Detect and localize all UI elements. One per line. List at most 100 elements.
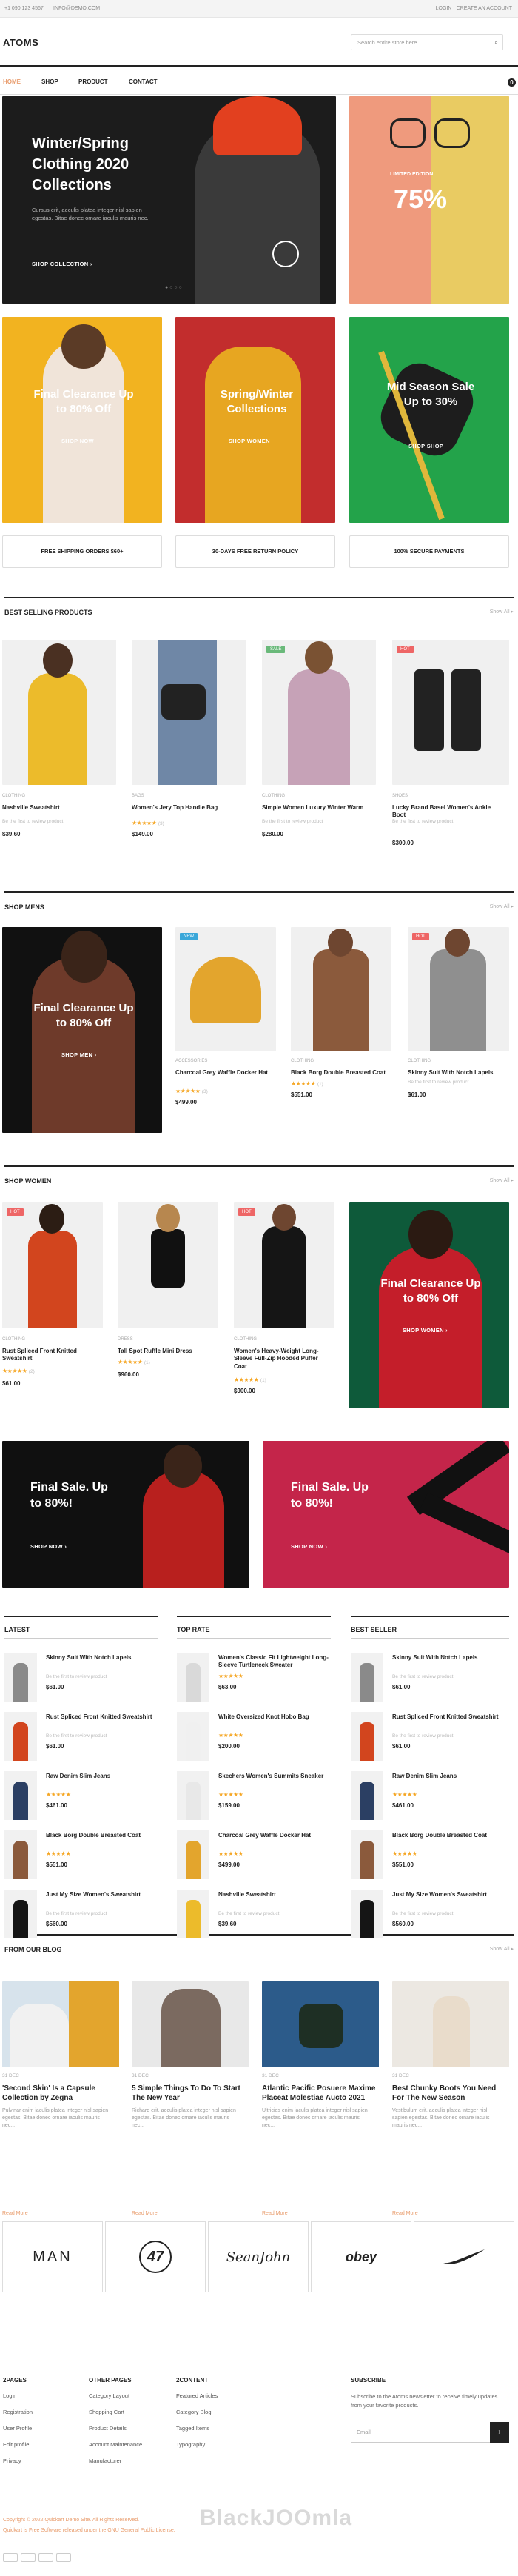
- product-name[interactable]: Charcoal Grey Waffle Docker Hat: [218, 1832, 329, 1839]
- blog-title[interactable]: Best Chunky Boots You Need For The New S…: [392, 2084, 507, 2103]
- list-item[interactable]: Raw Denim Slim Jeans ★★★★★ $461.00: [351, 1771, 506, 1823]
- product-card[interactable]: SALE CLOTHING Simple Women Luxury Winter…: [262, 640, 376, 854]
- sale-banner-right[interactable]: Final Sale. Up to 80%! SHOP NOW ›: [263, 1441, 509, 1588]
- show-all-link[interactable]: Show All ▸: [490, 1946, 514, 1952]
- product-image[interactable]: [234, 1202, 334, 1328]
- product-name[interactable]: Skinny Suit With Notch Lapels: [392, 1654, 503, 1662]
- product-name[interactable]: Lucky Brand Basel Women's Ankle Boot: [392, 804, 503, 820]
- brand-man-logo[interactable]: MAN: [2, 2221, 103, 2292]
- blog-image[interactable]: [2, 1981, 119, 2067]
- blog-image[interactable]: [262, 1981, 379, 2067]
- product-image[interactable]: [262, 640, 376, 785]
- arrow-right-icon[interactable]: ›: [490, 2422, 509, 2443]
- blog-title[interactable]: 'Second Skin' Is a Capsule Collection by…: [2, 2084, 117, 2103]
- product-thumb[interactable]: [177, 1890, 209, 1938]
- shop-men-button[interactable]: SHOP MEN ›: [61, 1051, 96, 1058]
- read-more-link[interactable]: Read More: [392, 2211, 418, 2216]
- list-item[interactable]: Rust Spliced Front Knitted Sweatshirt Be …: [4, 1712, 160, 1764]
- product-thumb[interactable]: [4, 1830, 37, 1879]
- product-thumb[interactable]: [4, 1653, 37, 1702]
- product-thumb[interactable]: [351, 1712, 383, 1761]
- search-icon[interactable]: ⌕: [494, 39, 498, 47]
- read-more-link[interactable]: Read More: [2, 2211, 28, 2216]
- product-name[interactable]: Simple Women Luxury Winter Warm: [262, 804, 373, 812]
- product-card[interactable]: NEW ACCESSORIES Charcoal Grey Waffle Doc…: [175, 927, 276, 1120]
- nav-contact[interactable]: Contact: [129, 78, 158, 85]
- footer-link[interactable]: Category Blog: [176, 2404, 258, 2421]
- read-more-link[interactable]: Read More: [132, 2211, 158, 2216]
- nav-shop[interactable]: Shop: [41, 78, 58, 85]
- list-item[interactable]: Rust Spliced Front Knitted Sweatshirt Be …: [351, 1712, 506, 1764]
- product-image[interactable]: [408, 927, 509, 1051]
- footer-link[interactable]: Registration: [3, 2404, 77, 2421]
- product-thumb[interactable]: [177, 1771, 209, 1820]
- footer-link[interactable]: Account Maintenance: [89, 2437, 170, 2453]
- show-all-link[interactable]: Show All ▸: [490, 609, 514, 615]
- product-card[interactable]: HOT SHOES Lucky Brand Basel Women's Ankl…: [392, 640, 509, 854]
- product-image[interactable]: [132, 640, 246, 785]
- side-banner[interactable]: LIMITED EDITION 75%: [349, 96, 509, 304]
- search-input[interactable]: Search entire store here... ⌕: [351, 34, 503, 50]
- women-banner[interactable]: Final Clearance Up to 80% Off SHOP WOMEN…: [349, 1202, 509, 1408]
- product-name[interactable]: Women's Jery Top Handle Bag: [132, 804, 243, 812]
- list-item[interactable]: Charcoal Grey Waffle Docker Hat ★★★★★ $499…: [177, 1830, 332, 1882]
- product-thumb[interactable]: [4, 1712, 37, 1761]
- footer-link[interactable]: Edit profile: [3, 2437, 77, 2453]
- product-image[interactable]: [118, 1202, 218, 1328]
- product-name[interactable]: Nashville Sweatshirt: [2, 804, 113, 812]
- product-card[interactable]: BAGS Women's Jery Top Handle Bag ★★★★★ (…: [132, 640, 246, 854]
- footer-link[interactable]: Product Details: [89, 2421, 170, 2437]
- product-image[interactable]: [175, 927, 276, 1051]
- mens-banner[interactable]: Final Clearance Up to 80% Off SHOP MEN ›: [2, 927, 162, 1133]
- product-thumb[interactable]: [4, 1771, 37, 1820]
- footer-link[interactable]: Category Layout: [89, 2388, 170, 2404]
- footer-link[interactable]: Shopping Cart: [89, 2404, 170, 2421]
- blog-post[interactable]: 31 DEC Atlantic Pacific Posuere Maxime P…: [262, 1981, 379, 2226]
- list-item[interactable]: White Oversized Knot Hobo Bag ★★★★★ $200.0…: [177, 1712, 332, 1764]
- promo-midseason[interactable]: Mid Season Sale Up to 30% SHOP SHOP: [349, 317, 509, 523]
- product-image[interactable]: [392, 640, 509, 785]
- product-card[interactable]: CLOTHING Nashville Sweatshirt Be the fir…: [2, 640, 116, 854]
- product-thumb[interactable]: [351, 1653, 383, 1702]
- brand-47-logo[interactable]: 47: [105, 2221, 206, 2292]
- product-name[interactable]: Women's Heavy-Weight Long-Sleeve Full-Zi…: [234, 1348, 330, 1371]
- blog-post[interactable]: 31 DEC Best Chunky Boots You Need For Th…: [392, 1981, 509, 2226]
- product-image[interactable]: [291, 927, 391, 1051]
- promo-clearance[interactable]: Final Clearance Up to 80% Off SHOP NOW: [2, 317, 162, 523]
- list-item[interactable]: Just My Size Women's Sweatshirt Be the fi…: [351, 1890, 506, 1941]
- product-name[interactable]: Skechers Women's Summits Sneaker: [218, 1773, 329, 1780]
- product-thumb[interactable]: [177, 1830, 209, 1879]
- list-item[interactable]: Women's Classic Fit Lightweight Long-Sle…: [177, 1653, 332, 1704]
- blog-title[interactable]: Atlantic Pacific Posuere Maxime Placeat …: [262, 2084, 377, 2103]
- show-all-link[interactable]: Show All ▸: [490, 1177, 514, 1183]
- product-thumb[interactable]: [177, 1653, 209, 1702]
- email-field[interactable]: Email ›: [351, 2422, 509, 2443]
- list-item[interactable]: Black Borg Double Breasted Coat ★★★★★ $551…: [351, 1830, 506, 1882]
- list-item[interactable]: Skinny Suit With Notch Lapels Be the firs…: [351, 1653, 506, 1704]
- product-name[interactable]: Women's Classic Fit Lightweight Long-Sle…: [218, 1654, 329, 1670]
- read-more-link[interactable]: Read More: [262, 2211, 288, 2216]
- product-card[interactable]: HOT CLOTHING Skinny Suit With Notch Lape…: [408, 927, 509, 1120]
- blog-post[interactable]: 31 DEC 5 Simple Things To Do To Start Th…: [132, 1981, 249, 2226]
- product-name[interactable]: Raw Denim Slim Jeans: [46, 1773, 157, 1780]
- promo-shop-button[interactable]: SHOP NOW: [61, 438, 94, 444]
- sale-banner-left[interactable]: Final Sale. Up to 80%! SHOP NOW ›: [2, 1441, 249, 1588]
- product-image[interactable]: [2, 1202, 103, 1328]
- list-item[interactable]: Skinny Suit With Notch Lapels Be the firs…: [4, 1653, 160, 1704]
- product-name[interactable]: Just My Size Women's Sweatshirt: [46, 1891, 157, 1898]
- product-name[interactable]: Raw Denim Slim Jeans: [392, 1773, 503, 1780]
- list-item[interactable]: Black Borg Double Breasted Coat ★★★★★ $551…: [4, 1830, 160, 1882]
- account-links[interactable]: LOGIN · CREATE AN ACCOUNT: [436, 6, 512, 11]
- footer-link[interactable]: Typography: [176, 2437, 258, 2453]
- footer-link[interactable]: Privacy: [3, 2453, 77, 2469]
- shop-collection-button[interactable]: SHOP COLLECTION ›: [32, 261, 92, 267]
- product-name[interactable]: Skinny Suit With Notch Lapels: [46, 1654, 157, 1662]
- footer-link[interactable]: User Profile: [3, 2421, 77, 2437]
- list-item[interactable]: Raw Denim Slim Jeans ★★★★★ $461.00: [4, 1771, 160, 1823]
- product-card[interactable]: HOT CLOTHING Rust Spliced Front Knitted …: [2, 1202, 103, 1410]
- product-name[interactable]: Rust Spliced Front Knitted Sweatshirt: [392, 1713, 503, 1721]
- nav-home[interactable]: Home: [3, 78, 21, 85]
- footer-link[interactable]: Tagged Items: [176, 2421, 258, 2437]
- product-name[interactable]: Black Borg Double Breasted Coat: [291, 1069, 387, 1077]
- product-thumb[interactable]: [351, 1890, 383, 1938]
